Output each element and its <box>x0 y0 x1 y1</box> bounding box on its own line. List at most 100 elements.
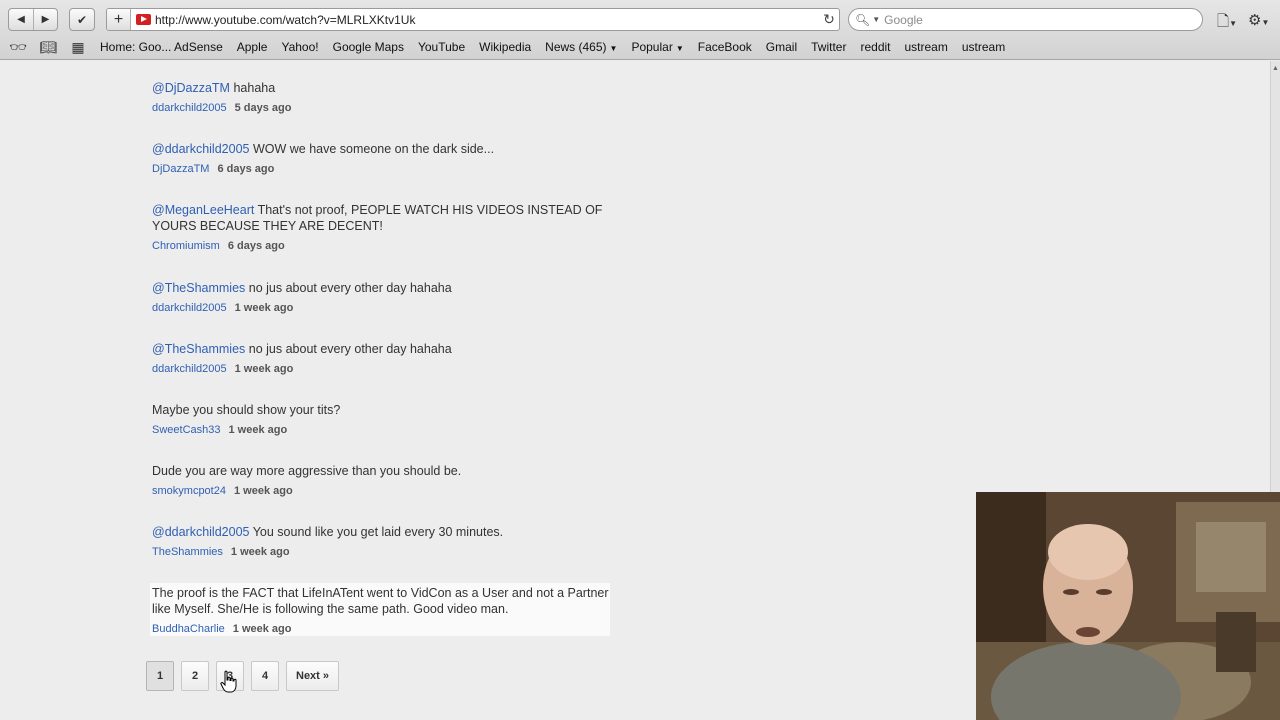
comment-timestamp: 1 week ago <box>234 302 294 314</box>
comment: Dude you are way more aggressive than yo… <box>152 463 612 498</box>
bookmark-item[interactable]: ustream <box>898 40 955 54</box>
bookmark-label: News (465) <box>545 40 607 54</box>
bookmark-item[interactable]: Popular ▼ <box>624 40 690 54</box>
bookmark-item[interactable]: Apple <box>230 40 275 54</box>
back-arrow-icon: ◀ <box>17 14 25 25</box>
search-engine-dropdown-icon[interactable]: ▼ <box>872 15 880 24</box>
back-button[interactable]: ◀ <box>9 9 33 30</box>
bookmark-item[interactable]: Wikipedia <box>472 40 538 54</box>
bookmark-item[interactable]: Twitter <box>804 40 853 54</box>
tool-icon: ✔ <box>76 12 88 27</box>
comment-body: Maybe you should show your tits? <box>152 402 612 418</box>
comment-timestamp: 1 week ago <box>232 623 292 635</box>
bookmark-label: ustream <box>904 40 948 54</box>
bookmark-label: Popular <box>631 40 673 54</box>
bookmark-item[interactable]: Google Maps <box>326 40 411 54</box>
comment-body: @DjDazzaTM hahaha <box>152 80 612 96</box>
page-icon: 🗋 <box>1217 13 1230 30</box>
comment-body: @MeganLeeHeart That's not proof, PEOPLE … <box>152 202 612 234</box>
comment-text: You sound like you get laid every 30 min… <box>249 525 504 539</box>
comment-author-link[interactable]: SweetCash33 <box>152 424 221 436</box>
comment-mention-link[interactable]: @ddarkchild2005 <box>152 525 249 539</box>
comment-body: @TheShammies no jus about every other da… <box>152 280 612 296</box>
page-2-button[interactable]: 2 <box>181 661 209 691</box>
page-1-button[interactable]: 1 <box>146 661 174 691</box>
forward-button[interactable]: ▶ <box>33 9 57 30</box>
next-page-button[interactable]: Next » <box>286 661 340 691</box>
youtube-favicon-icon <box>136 14 151 25</box>
comment-body: @ddarkchild2005 You sound like you get l… <box>152 524 612 540</box>
comment-timestamp: 1 week ago <box>234 363 294 375</box>
bookmark-item[interactable]: Home: Goo... AdSense <box>93 40 230 54</box>
gear-icon: ⚙ <box>1248 12 1262 29</box>
address-bar[interactable]: + http://www.youtube.com/watch?v=MLRLXKt… <box>106 8 840 31</box>
reading-list-icon[interactable]: 👓︎ <box>3 39 33 56</box>
comment-author-link[interactable]: ddarkchild2005 <box>152 302 227 314</box>
comment: @ddarkchild2005 WOW we have someone on t… <box>152 141 612 176</box>
comment-mention-link[interactable]: @TheShammies <box>152 342 245 356</box>
comment-text: The proof is the FACT that LifeInATent w… <box>152 586 609 616</box>
bookmark-label: Wikipedia <box>479 40 532 54</box>
comment-body: Dude you are way more aggressive than yo… <box>152 463 612 479</box>
bookmark-item[interactable]: FaceBook <box>691 40 759 54</box>
comment-body: @TheShammies no jus about every other da… <box>152 341 612 357</box>
scroll-up-arrow-icon[interactable]: ▲ <box>1272 65 1279 72</box>
bookmark-label: Twitter <box>811 40 847 54</box>
search-input[interactable] <box>884 12 1185 27</box>
bookmark-item[interactable]: reddit <box>853 40 897 54</box>
comment-timestamp: 1 week ago <box>233 485 293 497</box>
comment-meta: ddarkchild2005 1 week ago <box>152 362 612 376</box>
bookmark-item[interactable]: YouTube <box>411 40 472 54</box>
bookmark-label: YouTube <box>417 40 466 54</box>
url-text[interactable]: http://www.youtube.com/watch?v=MLRLXKtv1… <box>155 13 819 27</box>
comment-author-link[interactable]: BuddhaCharlie <box>152 623 225 635</box>
comment: Maybe you should show your tits? SweetCas… <box>152 402 612 437</box>
comment-author-link[interactable]: Chromiumism <box>152 240 220 252</box>
settings-menu-button[interactable]: ⚙▼ <box>1248 11 1269 29</box>
comment-author-link[interactable]: TheShammies <box>152 546 223 558</box>
bookmark-item[interactable]: News (465) ▼ <box>538 40 624 54</box>
comment-body: @ddarkchild2005 WOW we have someone on t… <box>152 141 612 157</box>
search-box[interactable]: 🔍︎ ▼ <box>848 8 1203 31</box>
comment-text: no jus about every other day hahaha <box>245 342 452 356</box>
comment-meta: smokymcpot24 1 week ago <box>152 484 612 498</box>
comment-mention-link[interactable]: @DjDazzaTM <box>152 81 230 95</box>
comment-author-link[interactable]: ddarkchild2005 <box>152 102 227 114</box>
bookmark-item[interactable]: Yahoo! <box>274 40 325 54</box>
browser-toolbar: ◀ ▶ ✔ + http://www.youtube.com/watch?v=M… <box>0 0 1280 60</box>
comment-meta: DjDazzaTM 6 days ago <box>152 162 612 176</box>
reload-icon: ↻ <box>823 11 835 27</box>
page-menu-button[interactable]: 🗋▼ <box>1217 11 1237 36</box>
bookmark-label: Gmail <box>765 40 798 54</box>
top-sites-grid-icon[interactable]: ▦ <box>63 39 93 56</box>
comment-meta: Chromiumism 6 days ago <box>152 239 612 253</box>
comment-author-link[interactable]: smokymcpot24 <box>152 485 226 497</box>
comment-mention-link[interactable]: @TheShammies <box>152 281 245 295</box>
comment: @DjDazzaTM hahaha ddarkchild2005 5 days ag… <box>152 80 612 115</box>
navigation-row: ◀ ▶ ✔ + http://www.youtube.com/watch?v=M… <box>0 8 1280 32</box>
page-tool-button[interactable]: ✔ <box>70 9 94 30</box>
comment-timestamp: 1 week ago <box>228 424 288 436</box>
bookmark-item[interactable]: ustream <box>955 40 1012 54</box>
comment-author-link[interactable]: ddarkchild2005 <box>152 363 227 375</box>
comment-mention-link[interactable]: @ddarkchild2005 <box>152 142 249 156</box>
reload-button[interactable]: ↻ <box>819 11 839 28</box>
plus-icon: + <box>113 10 124 28</box>
bookmarks-book-icon[interactable]: 📖︎ <box>33 39 63 56</box>
comment-timestamp: 6 days ago <box>217 163 275 175</box>
comment-timestamp: 1 week ago <box>230 546 290 558</box>
page-4-button[interactable]: 4 <box>251 661 279 691</box>
search-icon: 🔍︎ <box>855 12 871 27</box>
bookmark-item[interactable]: Gmail <box>759 40 804 54</box>
comment-meta: BuddhaCharlie 1 week ago <box>152 622 610 636</box>
bookmark-label: Apple <box>236 40 268 54</box>
comments-pagination: 1 2 3 4 Next » <box>146 661 340 691</box>
comment-text: WOW we have someone on the dark side... <box>249 142 495 156</box>
comment-meta: ddarkchild2005 1 week ago <box>152 301 612 315</box>
add-bookmark-button[interactable]: + <box>107 9 131 30</box>
comment-meta: SweetCash33 1 week ago <box>152 423 612 437</box>
comment-author-link[interactable]: DjDazzaTM <box>152 163 209 175</box>
comment-mention-link[interactable]: @MeganLeeHeart <box>152 203 254 217</box>
comment-meta: TheShammies 1 week ago <box>152 545 612 559</box>
comment: @TheShammies no jus about every other da… <box>152 341 612 376</box>
